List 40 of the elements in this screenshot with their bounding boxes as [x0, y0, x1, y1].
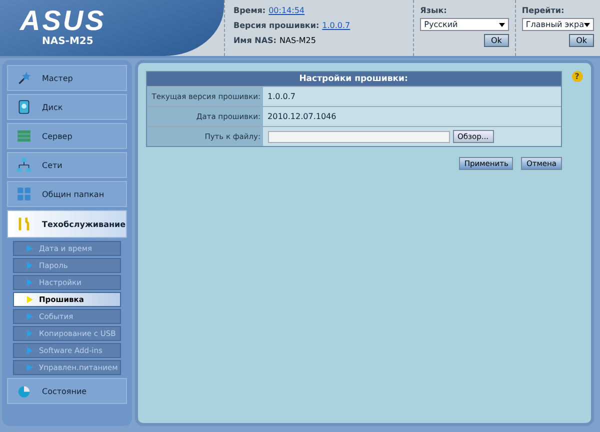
triangle-icon: [26, 279, 33, 286]
triangle-icon: [26, 330, 33, 337]
triangle-icon: [26, 262, 33, 269]
goto-label: Перейти:: [522, 6, 566, 15]
time-label: Время:: [233, 6, 266, 15]
field-value: 1.0.0.7: [268, 92, 296, 101]
nas-name-label: Имя NAS:: [233, 36, 276, 45]
triangle-icon: [26, 245, 33, 252]
network-icon: [16, 157, 32, 173]
tools-icon: [16, 216, 32, 232]
menu-item[interactable]: Сервер: [7, 123, 127, 149]
file-path-input[interactable]: [268, 130, 450, 142]
menu-item[interactable]: Диск: [7, 94, 127, 120]
menu-item[interactable]: Сети: [7, 152, 127, 178]
ok-button[interactable]: Ok: [484, 34, 509, 47]
server-icon: [16, 128, 32, 144]
time-link[interactable]: 00:14:54: [268, 6, 305, 15]
triangle-icon: [26, 296, 33, 303]
pie-chart-icon: [16, 383, 32, 399]
nas-name: NAS-M25: [279, 36, 316, 45]
menu-item[interactable]: Мастер: [7, 65, 127, 91]
folders-icon: [16, 186, 32, 202]
ok-button[interactable]: Ok: [569, 34, 594, 47]
triangle-icon: [26, 347, 33, 354]
model-name: NAS-M25: [42, 36, 94, 47]
menu-item[interactable]: Общин папкан: [7, 181, 127, 207]
panel-title: Настройки прошивки:: [146, 72, 561, 86]
help-icon[interactable]: ?: [572, 71, 583, 82]
firmware-link[interactable]: 1.0.0.7: [322, 21, 350, 30]
triangle-icon: [26, 313, 33, 320]
menu-item[interactable]: Состояние: [7, 378, 127, 404]
firmware-label: Версия прошивки:: [233, 21, 320, 30]
language-label: Язык:: [420, 6, 448, 15]
language-dropdown[interactable]: Русский: [420, 18, 509, 31]
menu-item[interactable]: Техобслуживание: [7, 210, 127, 238]
triangle-icon: [26, 364, 33, 371]
wand-icon: [16, 70, 32, 86]
goto-dropdown[interactable]: Главный экра: [522, 18, 594, 31]
field-value: 2010.12.07.1046: [268, 112, 336, 121]
brand-logo: ASUS: [20, 6, 106, 36]
